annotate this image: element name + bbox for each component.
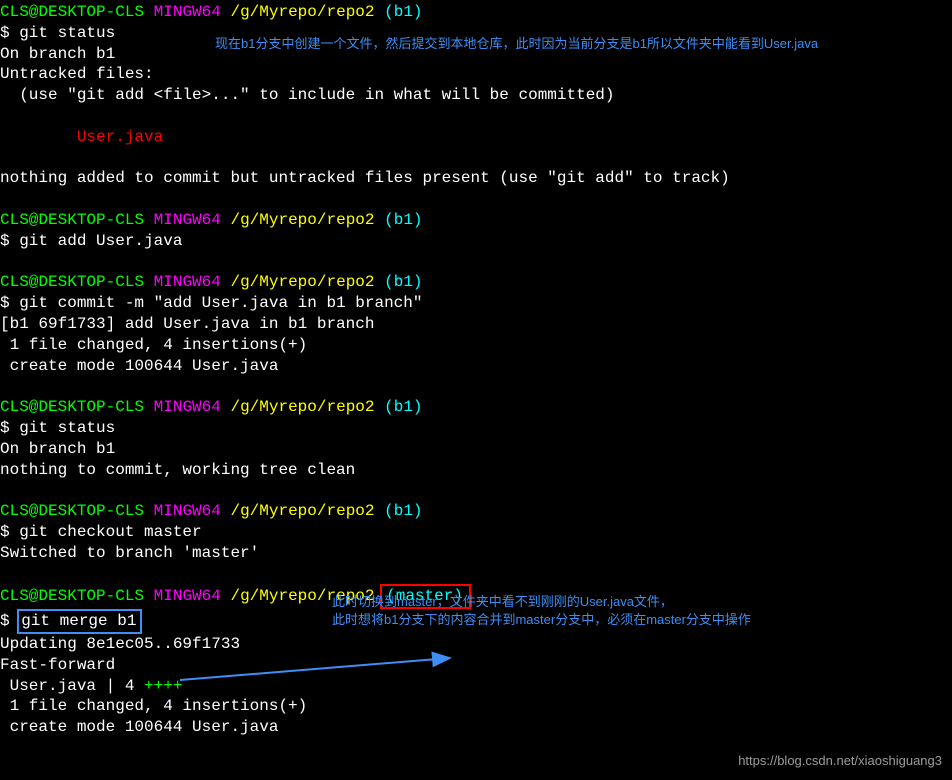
prompt-line: CLS@DESKTOP-CLS MINGW64 /g/Myrepo/repo2 …	[0, 397, 952, 418]
diff-plus: ++++	[144, 677, 182, 695]
watermark: https://blog.csdn.net/xiaoshiguang3	[738, 753, 942, 770]
prompt-line: CLS@DESKTOP-CLS MINGW64 /g/Myrepo/repo2 …	[0, 272, 952, 293]
command-line[interactable]: $ git checkout master	[0, 522, 952, 543]
annotation-2: 此时切换到master，文件夹中看不到刚刚的User.java文件， 此时想将b…	[332, 593, 751, 629]
prompt-path: /g/Myrepo/repo2	[230, 3, 374, 21]
untracked-file: User.java	[0, 127, 952, 148]
highlight-merge-cmd: git merge b1	[17, 609, 142, 634]
cmd-git-add: git add User.java	[19, 232, 182, 250]
output-line: On branch b1	[0, 439, 952, 460]
output-line: nothing added to commit but untracked fi…	[0, 168, 952, 189]
annotation-1: 现在b1分支中创建一个文件，然后提交到本地仓库，此时因为当前分支是b1所以文件夹…	[215, 36, 818, 53]
cmd-git-status-2: git status	[19, 419, 115, 437]
cmd-git-merge: git merge b1	[21, 612, 136, 630]
output-line: [b1 69f1733] add User.java in b1 branch	[0, 314, 952, 335]
cmd-git-status: git status	[19, 24, 115, 42]
output-line: Switched to branch 'master'	[0, 543, 952, 564]
cmd-git-commit: git commit -m "add User.java in b1 branc…	[19, 294, 422, 312]
output-line: create mode 100644 User.java	[0, 717, 952, 738]
output-line: nothing to commit, working tree clean	[0, 460, 952, 481]
output-line: Updating 8e1ec05..69f1733	[0, 634, 952, 655]
prompt-line: CLS@DESKTOP-CLS MINGW64 /g/Myrepo/repo2 …	[0, 210, 952, 231]
command-line[interactable]: $ git commit -m "add User.java in b1 bra…	[0, 293, 952, 314]
output-line: User.java | 4 ++++	[0, 676, 952, 697]
blank-line	[0, 564, 952, 585]
blank-line	[0, 106, 952, 127]
prompt-user: CLS@DESKTOP-CLS	[0, 3, 144, 21]
command-line[interactable]: $ git add User.java	[0, 231, 952, 252]
output-line: Untracked files:	[0, 64, 952, 85]
prompt-branch: (b1)	[384, 3, 422, 21]
output-line: 1 file changed, 4 insertions(+)	[0, 696, 952, 717]
output-line: Fast-forward	[0, 655, 952, 676]
output-line: (use "git add <file>..." to include in w…	[0, 85, 952, 106]
output-line: 1 file changed, 4 insertions(+)	[0, 335, 952, 356]
blank-line	[0, 480, 952, 501]
blank-line	[0, 189, 952, 210]
command-line[interactable]: $ git status	[0, 418, 952, 439]
blank-line	[0, 252, 952, 273]
blank-line	[0, 148, 952, 169]
cmd-git-checkout: git checkout master	[19, 523, 201, 541]
prompt-line: CLS@DESKTOP-CLS MINGW64 /g/Myrepo/repo2 …	[0, 2, 952, 23]
prompt-mingw: MINGW64	[154, 3, 221, 21]
output-line: create mode 100644 User.java	[0, 356, 952, 377]
prompt-line: CLS@DESKTOP-CLS MINGW64 /g/Myrepo/repo2 …	[0, 501, 952, 522]
blank-line	[0, 376, 952, 397]
